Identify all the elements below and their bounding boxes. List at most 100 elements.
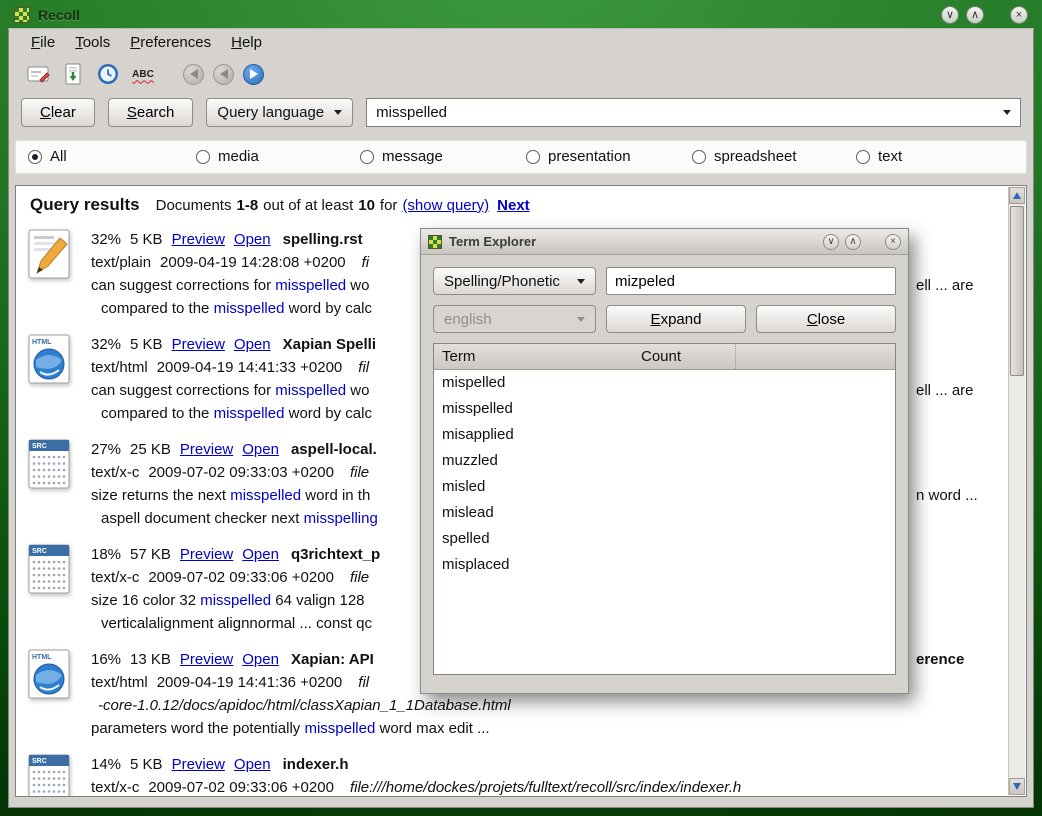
category-filter-row: All media message presentation spreadsheet te… (15, 140, 1027, 174)
arrow-up-icon (1013, 192, 1021, 199)
file-size: 5 KB (130, 231, 163, 248)
history-icon[interactable] (95, 61, 121, 87)
term-input-box[interactable] (606, 267, 896, 295)
date: 2009-04-19 14:41:33 +0200 (157, 359, 343, 376)
preview-link[interactable]: Preview (172, 756, 225, 773)
svg-text:SRC: SRC (32, 758, 47, 765)
filter-message[interactable]: message (360, 148, 443, 165)
menu-help[interactable]: Help (221, 32, 272, 53)
mime-type: text/x-c (91, 779, 139, 796)
dialog-shade-button[interactable]: ∨ (823, 234, 839, 250)
term-column-header[interactable]: Term (434, 348, 641, 365)
term-row[interactable]: misspelled (434, 396, 895, 422)
scroll-down-button[interactable] (1009, 778, 1025, 795)
scrollbar-thumb[interactable] (1010, 206, 1024, 376)
file-size: 57 KB (130, 546, 171, 563)
query-language-combo[interactable]: Query language (206, 98, 353, 127)
window-title: Recoll (38, 7, 934, 23)
search-bar: Clear Search Query language (21, 97, 1021, 127)
file-path: file (350, 464, 369, 481)
term-row[interactable]: misled (434, 474, 895, 500)
result-title: q3richtext_p (291, 546, 380, 563)
filter-media[interactable]: media (196, 148, 259, 165)
file-size: 5 KB (130, 336, 163, 353)
open-link[interactable]: Open (234, 756, 271, 773)
clear-button[interactable]: Clear (21, 98, 95, 127)
prev-page-icon[interactable] (213, 64, 234, 85)
close-button[interactable]: × (1010, 6, 1028, 24)
filter-label: presentation (548, 148, 631, 165)
chevron-down-icon (577, 279, 585, 284)
expand-button[interactable]: Expand (606, 305, 746, 333)
term-row[interactable]: misapplied (434, 422, 895, 448)
term-input[interactable] (615, 273, 887, 290)
abstract-fragment: ell ... are (916, 379, 974, 402)
open-link[interactable]: Open (242, 651, 279, 668)
relevance: 14% (91, 756, 121, 773)
save-results-icon[interactable] (60, 61, 86, 87)
radio-icon (526, 150, 540, 164)
search-combobox[interactable] (366, 98, 1021, 127)
dialog-close-button[interactable]: × (885, 234, 901, 250)
chevron-down-icon (577, 317, 585, 322)
next-page-link[interactable]: Next (497, 197, 530, 214)
mime-type: text/x-c (91, 464, 139, 481)
result-title-fragment: erence (916, 648, 964, 671)
abstract-fragment: n word ... (916, 484, 978, 507)
toolbar: ABC (9, 57, 1033, 91)
count-column-header[interactable]: Count (641, 344, 736, 369)
filter-label: All (50, 148, 67, 165)
show-query-link[interactable]: (show query) (402, 197, 489, 214)
filter-all[interactable]: All (28, 148, 67, 165)
menu-file[interactable]: File (21, 32, 65, 53)
term-row[interactable]: mislead (434, 500, 895, 526)
file-path: file:///home/dockes/projets/fulltext/rec… (350, 779, 741, 796)
results-scrollbar[interactable] (1008, 187, 1025, 795)
term-row[interactable]: misplaced (434, 552, 895, 578)
next-page-icon[interactable] (243, 64, 264, 85)
term-explorer-icon[interactable]: ABC (130, 61, 156, 87)
menu-bar: FileToolsPreferencesHelp (9, 29, 1033, 57)
open-link[interactable]: Open (242, 546, 279, 563)
text-file-icon (26, 228, 74, 320)
src-file-icon: SRC (26, 753, 74, 796)
term-row[interactable]: muzzled (434, 448, 895, 474)
first-page-icon[interactable] (183, 64, 204, 85)
filter-spreadsheet[interactable]: spreadsheet (692, 148, 797, 165)
search-button[interactable]: Search (108, 98, 194, 127)
dialog-close-action-button[interactable]: Close (756, 305, 896, 333)
dialog-titlebar[interactable]: Term Explorer ∨ ∧ × (421, 229, 908, 255)
result-title: indexer.h (283, 756, 349, 773)
preview-link[interactable]: Preview (180, 651, 233, 668)
date: 2009-04-19 14:41:36 +0200 (157, 674, 343, 691)
chevron-down-icon[interactable] (1003, 110, 1011, 115)
preview-link[interactable]: Preview (172, 231, 225, 248)
window-titlebar[interactable]: Recoll ∨ ∧ × (8, 2, 1034, 28)
expansion-mode-combo[interactable]: Spelling/Phonetic (433, 267, 596, 295)
src-file-icon: SRC (26, 543, 74, 635)
term-row[interactable]: mispelled (434, 370, 895, 396)
rollup-button[interactable]: ∧ (966, 6, 984, 24)
clear-search-icon[interactable] (25, 61, 51, 87)
open-link[interactable]: Open (242, 441, 279, 458)
mime-type: text/html (91, 359, 148, 376)
desktop: Recoll ∨ ∧ × FileToolsPreferencesHelp AB… (0, 0, 1042, 816)
open-link[interactable]: Open (234, 231, 271, 248)
search-input[interactable] (376, 104, 993, 121)
open-link[interactable]: Open (234, 336, 271, 353)
shade-button[interactable]: ∨ (941, 6, 959, 24)
preview-link[interactable]: Preview (172, 336, 225, 353)
results-summary: Documents1-8out of at least10for(show qu… (156, 197, 530, 214)
menu-tools[interactable]: Tools (65, 32, 120, 53)
dialog-title: Term Explorer (449, 234, 817, 249)
menu-preferences[interactable]: Preferences (120, 32, 221, 53)
preview-link[interactable]: Preview (180, 441, 233, 458)
filter-text[interactable]: text (856, 148, 902, 165)
preview-link[interactable]: Preview (180, 546, 233, 563)
file-path: fil (358, 359, 369, 376)
scroll-up-button[interactable] (1009, 187, 1025, 204)
mime-type: text/plain (91, 254, 151, 271)
filter-presentation[interactable]: presentation (526, 148, 631, 165)
dialog-rollup-button[interactable]: ∧ (845, 234, 861, 250)
term-row[interactable]: spelled (434, 526, 895, 552)
